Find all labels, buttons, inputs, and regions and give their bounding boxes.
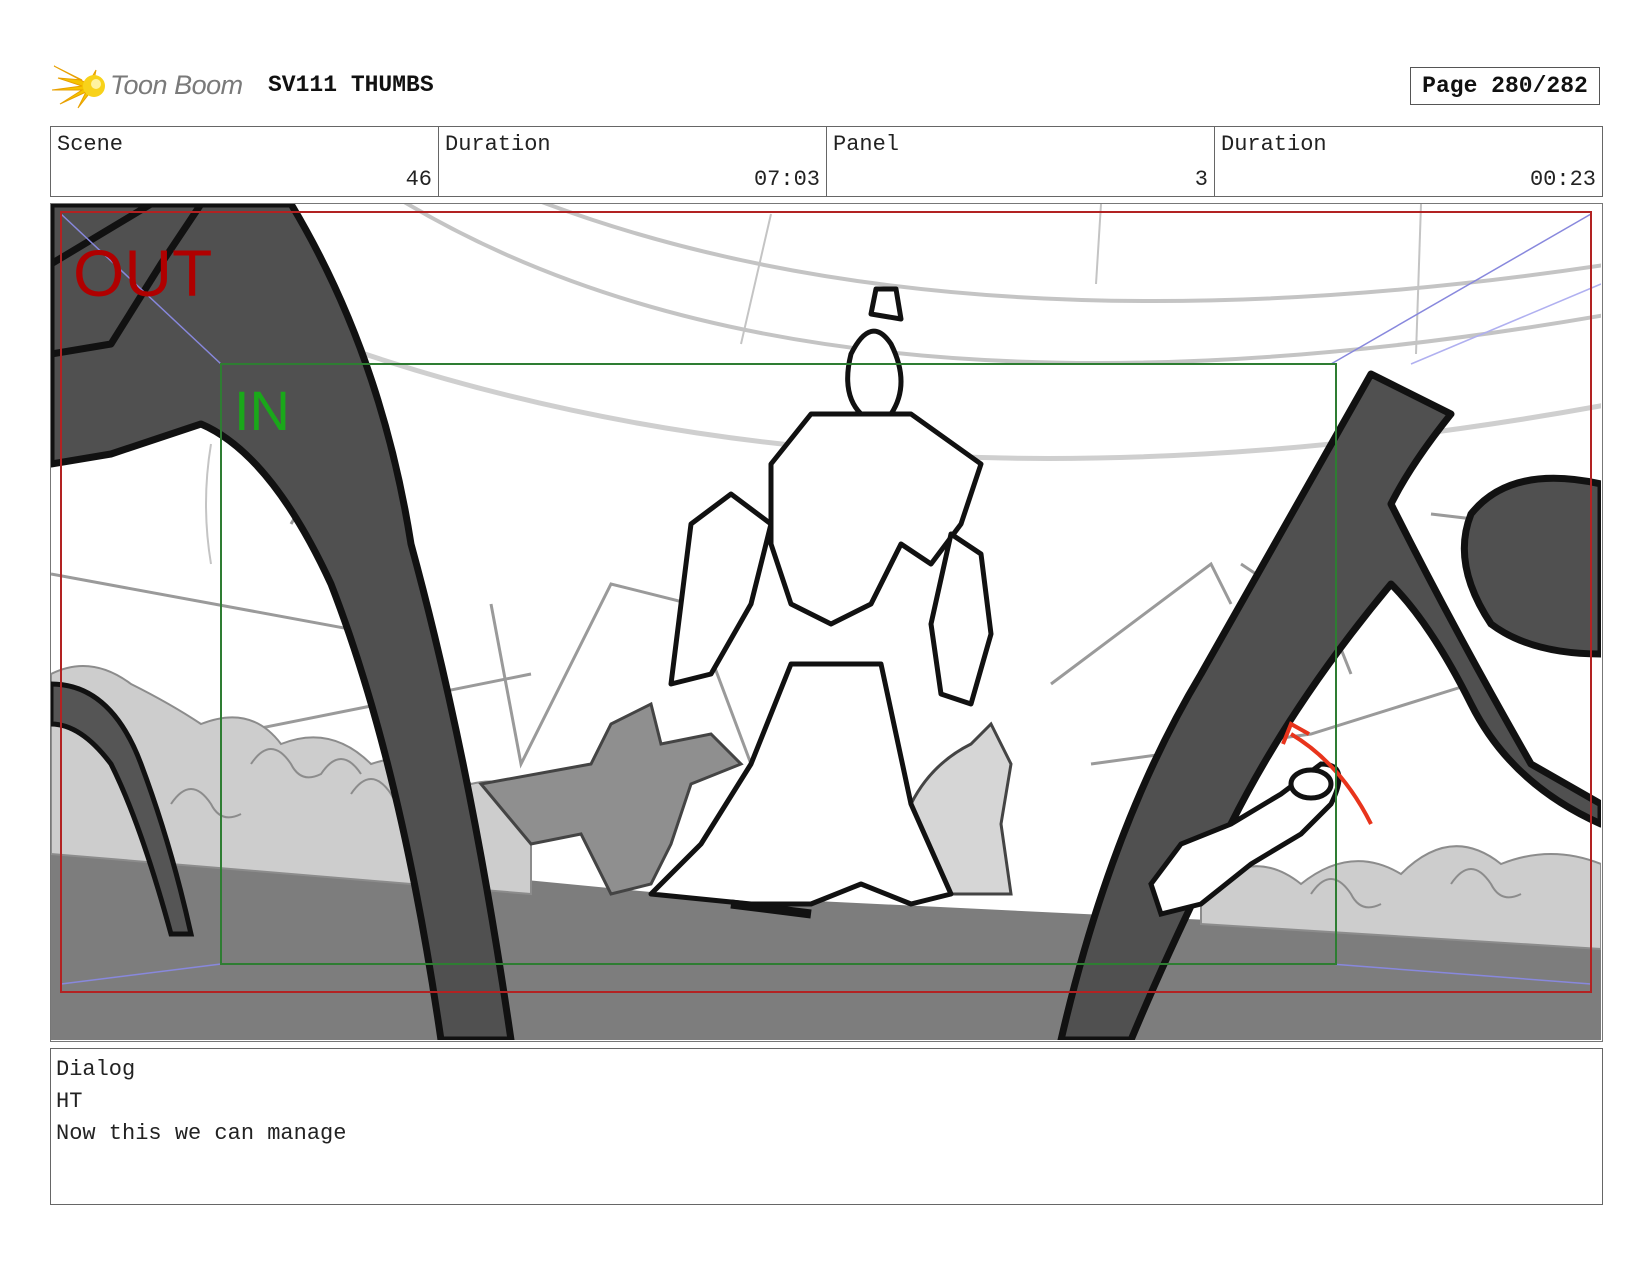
- panel-sketch: OUT IN: [51, 204, 1601, 1040]
- logo-text: Toon Boom: [110, 69, 243, 100]
- scene-cell: Scene 46: [51, 127, 439, 196]
- dialog-label: Dialog: [56, 1057, 136, 1082]
- out-label: OUT: [73, 236, 212, 310]
- panel-value: 3: [1194, 167, 1208, 192]
- toon-boom-logo: Toon Boom: [52, 60, 243, 110]
- dialog-speaker: HT: [56, 1089, 83, 1114]
- starburst-logo-icon: [52, 65, 105, 109]
- in-label: IN: [234, 379, 290, 442]
- page-indicator: Page 280/282: [1410, 67, 1600, 105]
- panel-cell: Panel 3: [827, 127, 1215, 196]
- scene-duration-cell: Duration 07:03: [439, 127, 827, 196]
- panel-duration-value: 00:23: [1529, 167, 1596, 192]
- scene-duration-label: Duration: [445, 132, 551, 157]
- project-title: SV111 THUMBS: [268, 72, 434, 98]
- scene-value: 46: [405, 167, 432, 192]
- scene-info-table: Scene 46 Duration 07:03 Panel 3 Duration…: [50, 126, 1603, 197]
- scene-label: Scene: [57, 132, 124, 157]
- panel-duration-cell: Duration 00:23: [1215, 127, 1602, 196]
- panel-label: Panel: [833, 132, 900, 157]
- dialog-box: Dialog HT Now this we can manage: [50, 1048, 1603, 1205]
- panel-duration-label: Duration: [1221, 132, 1327, 157]
- storyboard-panel: OUT IN: [50, 203, 1603, 1042]
- scene-duration-value: 07:03: [753, 167, 820, 192]
- dialog-text: Now this we can manage: [56, 1121, 347, 1146]
